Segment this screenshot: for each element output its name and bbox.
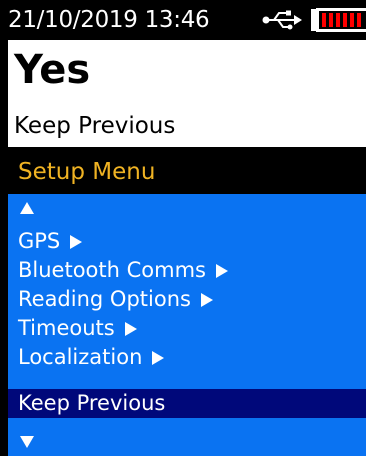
- menu-item-label: GPS: [18, 229, 61, 253]
- status-bar: 21/10/2019 13:46: [0, 0, 366, 40]
- menu-item-bluetooth-comms[interactable]: Bluetooth Comms: [8, 256, 366, 285]
- value-subtitle: Keep Previous: [14, 113, 176, 139]
- menu-list[interactable]: GPS Bluetooth Comms Reading Options Time…: [8, 194, 366, 456]
- value-panel: Yes Keep Previous: [8, 40, 366, 147]
- menu-item-label: Timeouts: [18, 316, 115, 340]
- chevron-right-icon: [124, 322, 137, 336]
- menu-item-timeouts[interactable]: Timeouts: [8, 314, 366, 343]
- menu-item-label: Keep Previous: [18, 391, 166, 415]
- menu-item-label: Localization: [18, 345, 143, 369]
- battery-icon: [311, 8, 366, 32]
- triangle-down-icon[interactable]: [20, 436, 34, 448]
- chevron-right-icon: [216, 264, 228, 278]
- value-title: Yes: [14, 47, 91, 93]
- chevron-right-icon: [70, 235, 83, 249]
- menu-item-label: Bluetooth Comms: [18, 258, 206, 282]
- usb-icon: [262, 10, 302, 30]
- menu-item-gps[interactable]: GPS: [8, 227, 366, 256]
- status-datetime: 21/10/2019 13:46: [8, 7, 210, 33]
- menu-header-label: Setup Menu: [18, 159, 156, 185]
- menu-item-localization[interactable]: Localization: [8, 343, 366, 372]
- chevron-right-icon: [200, 293, 213, 307]
- menu-item-label: Reading Options: [18, 287, 191, 311]
- chevron-right-icon: [152, 351, 165, 365]
- menu-item-keep-previous[interactable]: Keep Previous: [8, 389, 366, 418]
- menu-header: Setup Menu: [8, 147, 366, 194]
- triangle-up-icon[interactable]: [20, 202, 34, 214]
- device-screen: 21/10/2019 13:46 Yes Keep Previous Setup…: [0, 0, 366, 456]
- menu-item-reading-options[interactable]: Reading Options: [8, 285, 366, 314]
